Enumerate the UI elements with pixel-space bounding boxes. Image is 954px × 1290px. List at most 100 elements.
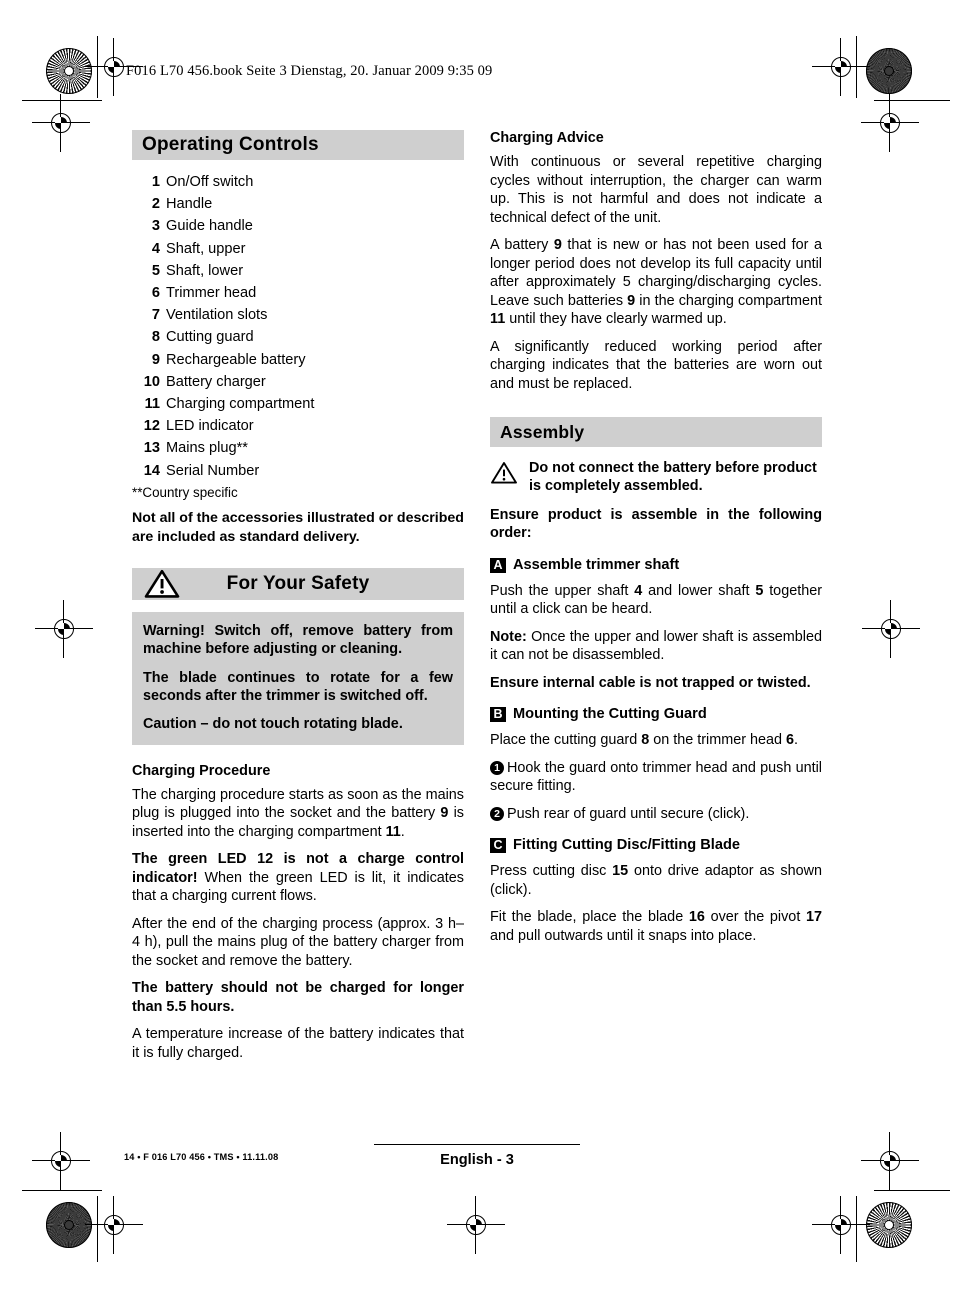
accessories-note: Not all of the accessories illustrated o… xyxy=(132,510,464,545)
footer-document-code: 14 • F 016 L70 456 • TMS • 11.11.08 xyxy=(124,1152,279,1162)
list-item: 13 Mains plug** xyxy=(132,438,464,460)
registration-crosshair-left-bottom xyxy=(32,1132,90,1190)
text-run: Once the upper and lower shaft is assemb… xyxy=(490,628,822,664)
warning-triangle-icon xyxy=(490,461,518,490)
step-a-cable-warning: Ensure internal cable is not trapped or … xyxy=(490,674,811,691)
registration-crosshair-mid-left xyxy=(35,600,93,658)
section-band-operating-controls: Operating Controls xyxy=(132,130,464,160)
part-ref: 15 xyxy=(612,863,629,880)
list-item: 8 Cutting guard xyxy=(132,327,464,349)
registration-starburst-top-right xyxy=(866,48,912,94)
step-heading-c: C Fitting Cutting Disc/Fitting Blade xyxy=(490,836,822,855)
step-b-bullet-2: 2 Push rear of guard until secure (click)… xyxy=(490,805,822,824)
numbered-bullet-icon-2: 2 xyxy=(490,806,504,821)
registration-crosshair-top-right-outer xyxy=(812,38,870,96)
registration-crosshair-left-top xyxy=(32,94,90,152)
registration-crosshair-right-top xyxy=(861,94,919,152)
operating-controls-list: 1 On/Off switch 2 Handle 3 Guide handle 4 Sh… xyxy=(132,172,464,482)
country-specific-footnote: **Country specific xyxy=(132,485,238,501)
part-ref: 9 xyxy=(553,237,562,253)
section-band-assembly: Assembly xyxy=(490,417,822,447)
crop-line-top-right-v xyxy=(856,36,858,98)
section-band-for-your-safety: For Your Safety xyxy=(132,567,464,600)
step-c-paragraph-1: Press cutting disc 15 onto drive adaptor… xyxy=(490,862,822,899)
list-item-number: 10 xyxy=(143,373,160,390)
safety-paragraph: Caution – do not touch rotating blade. xyxy=(143,716,403,733)
safety-paragraph: Warning! Switch off, remove battery from… xyxy=(143,622,453,658)
safety-paragraph: The blade continues to rotate for a few … xyxy=(143,669,453,704)
charging-procedure-paragraph-1: The charging procedure starts as soon as… xyxy=(132,786,464,842)
crop-line-bottom-left-v xyxy=(97,1196,99,1262)
list-item-label: Shaft, lower xyxy=(166,262,244,279)
list-item-number: 1 xyxy=(151,174,160,190)
text-run: Push the upper shaft xyxy=(490,582,635,599)
text-run: . xyxy=(794,732,799,749)
text-run: Push rear of guard until secure (click). xyxy=(507,805,750,822)
registration-starburst-bottom-right xyxy=(866,1202,912,1248)
step-letter-badge-b: B xyxy=(490,707,506,723)
list-item: 11 Charging compartment xyxy=(132,394,464,416)
numbered-bullet-icon-1: 1 xyxy=(490,760,504,775)
list-item-number: 11 xyxy=(144,396,160,413)
text-run: Place the cutting guard xyxy=(490,732,642,749)
footer-page-indicator: English - 3 xyxy=(374,1144,580,1168)
list-item: 10 Battery charger xyxy=(132,372,464,394)
part-ref: 17 xyxy=(806,909,823,926)
part-ref: 9 xyxy=(627,292,636,309)
assembly-warning-row: Do not connect the battery before produc… xyxy=(490,459,822,496)
list-item: 14 Serial Number xyxy=(132,461,464,483)
crop-line-top-left-h xyxy=(22,100,102,102)
crop-line-bottom-left-h xyxy=(22,1190,102,1192)
text-run: over the pivot xyxy=(704,909,806,926)
list-item-number: 13 xyxy=(143,440,160,457)
assembly-order-instruction: Ensure product is assemble in the follow… xyxy=(490,506,822,542)
list-item: 9 Rechargeable battery xyxy=(132,350,464,372)
part-ref: 11 xyxy=(490,311,506,327)
text-run: Press cutting disc xyxy=(490,863,613,880)
list-item-label: LED indicator xyxy=(166,418,254,435)
section-title-for-your-safety: For Your Safety xyxy=(226,572,370,594)
text-run: until they have clearly warmed up. xyxy=(505,311,727,327)
text-run: on the trimmer head xyxy=(649,732,786,749)
list-item: 5 Shaft, lower xyxy=(132,261,464,283)
note-label: Note: xyxy=(490,628,527,645)
safety-warning-box: Warning! Switch off, remove battery from… xyxy=(132,611,464,745)
section-title-assembly: Assembly xyxy=(500,421,585,442)
crop-line-top-left-v xyxy=(97,36,99,98)
list-item: 4 Shaft, upper xyxy=(132,239,464,261)
book-header-line: F016 L70 456.book Seite 3 Dienstag, 20. … xyxy=(126,63,493,79)
list-item-label: Battery charger xyxy=(166,373,266,390)
list-item-label: Mains plug** xyxy=(166,440,248,457)
list-item-number: 8 xyxy=(151,329,160,346)
subheading-charging-advice: Charging Advice xyxy=(490,130,604,146)
step-title-b: Mounting the Cutting Guard xyxy=(513,706,707,723)
step-b-bullet-1: 1 Hook the guard onto trimmer head and pu… xyxy=(490,759,822,796)
list-item-label: Trimmer head xyxy=(166,285,257,302)
list-item-label: Ventilation slots xyxy=(166,307,268,324)
step-heading-b: B Mounting the Cutting Guard xyxy=(490,705,822,724)
step-title-a: Assemble trimmer shaft xyxy=(513,556,680,573)
charging-procedure-paragraph-2: The green LED 12 is not a charge control… xyxy=(132,850,464,906)
list-item-number: 5 xyxy=(151,262,160,279)
list-item: 3 Guide handle xyxy=(132,216,464,238)
charging-procedure-paragraph-4: The battery should not be charged for lo… xyxy=(132,979,464,1016)
part-ref: 6 xyxy=(786,732,795,749)
charging-procedure-paragraph-5: A temperature increase of the battery in… xyxy=(132,1026,464,1061)
part-ref: 16 xyxy=(688,909,705,926)
list-item-number: 9 xyxy=(151,351,160,368)
text-run: The charging procedure starts as soon as… xyxy=(132,786,464,822)
list-item-label: Guide handle xyxy=(166,218,253,235)
charging-advice-paragraph-2: A battery 9 that is new or has not been … xyxy=(490,236,822,329)
list-item: 1 On/Off switch xyxy=(132,172,464,194)
list-item-label: Serial Number xyxy=(166,462,260,479)
section-title-operating-controls: Operating Controls xyxy=(142,134,319,155)
step-a-note: Note: Once the upper and lower shaft is … xyxy=(490,628,822,665)
charging-procedure-paragraph-3: After the end of the charging process (a… xyxy=(132,915,464,969)
step-c-paragraph-2: Fit the blade, place the blade 16 over t… xyxy=(490,908,822,945)
list-item-label: Charging compartment xyxy=(166,396,315,413)
list-item-label: Rechargeable battery xyxy=(166,351,306,368)
list-item-number: 6 xyxy=(151,285,160,302)
step-a-paragraph-1: Push the upper shaft 4 and lower shaft 5… xyxy=(490,582,822,619)
registration-crosshair-right-bottom xyxy=(861,1132,919,1190)
assembly-warning-text: Do not connect the battery before produc… xyxy=(529,460,817,495)
